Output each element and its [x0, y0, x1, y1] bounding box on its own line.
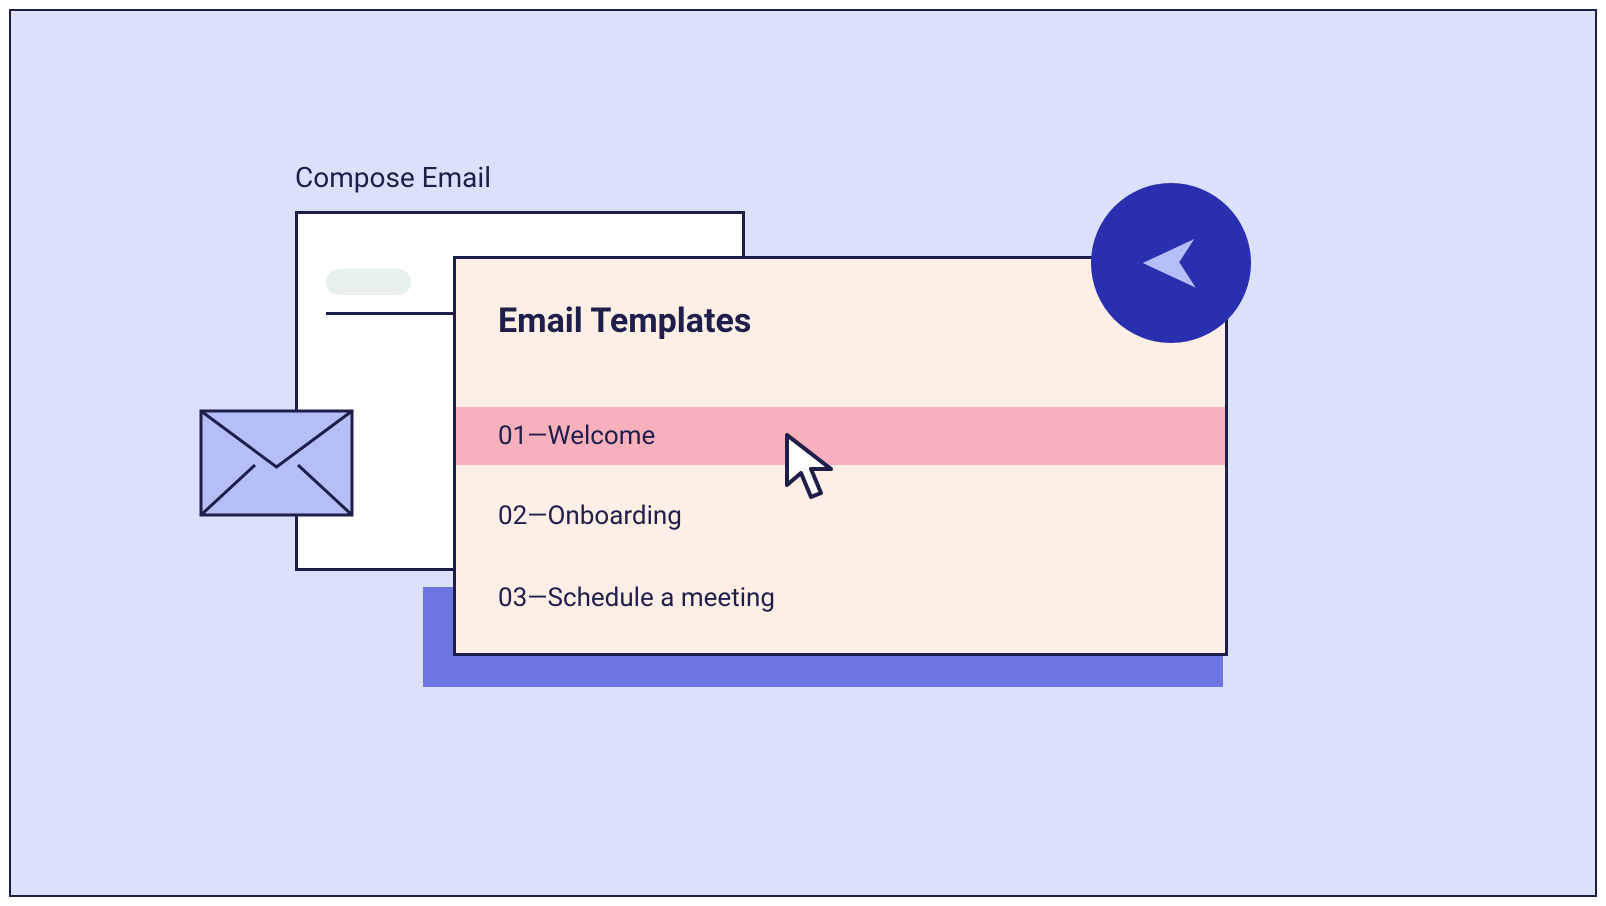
template-item-label: 03—Schedule a meeting [498, 583, 775, 613]
template-item-label: 01—Welcome [498, 421, 655, 451]
send-icon [1127, 219, 1215, 307]
template-item-schedule[interactable]: 03—Schedule a meeting [456, 569, 1225, 627]
compose-recipient-chip [326, 269, 411, 295]
envelope-icon [199, 409, 354, 517]
template-item-label: 02—Onboarding [498, 501, 682, 531]
email-templates-title: Email Templates [498, 301, 751, 341]
send-button[interactable] [1091, 183, 1251, 343]
stage: Compose Email Email Templates 01—Welcome… [11, 11, 1595, 895]
compose-subject-underline [326, 312, 456, 315]
compose-email-label: Compose Email [295, 161, 491, 194]
illustration-frame: Compose Email Email Templates 01—Welcome… [9, 9, 1597, 897]
cursor-icon [781, 431, 843, 505]
